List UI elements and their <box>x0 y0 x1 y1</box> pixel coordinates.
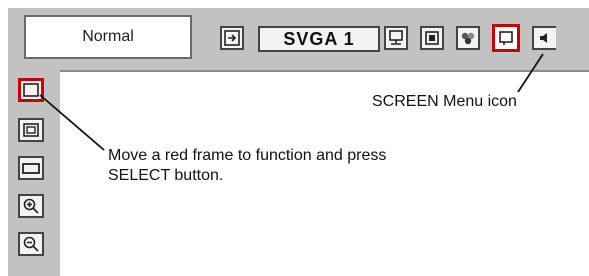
screen-menu-leader-line <box>517 53 544 93</box>
instruction-callout-line1: Move a red frame to function and press <box>108 147 387 164</box>
instruction-callout-line2: SELECT button. <box>108 167 224 184</box>
callout-lines <box>39 53 544 151</box>
screen-menu-callout: SCREEN Menu icon <box>372 93 517 110</box>
frame-leader-line <box>39 94 105 151</box>
